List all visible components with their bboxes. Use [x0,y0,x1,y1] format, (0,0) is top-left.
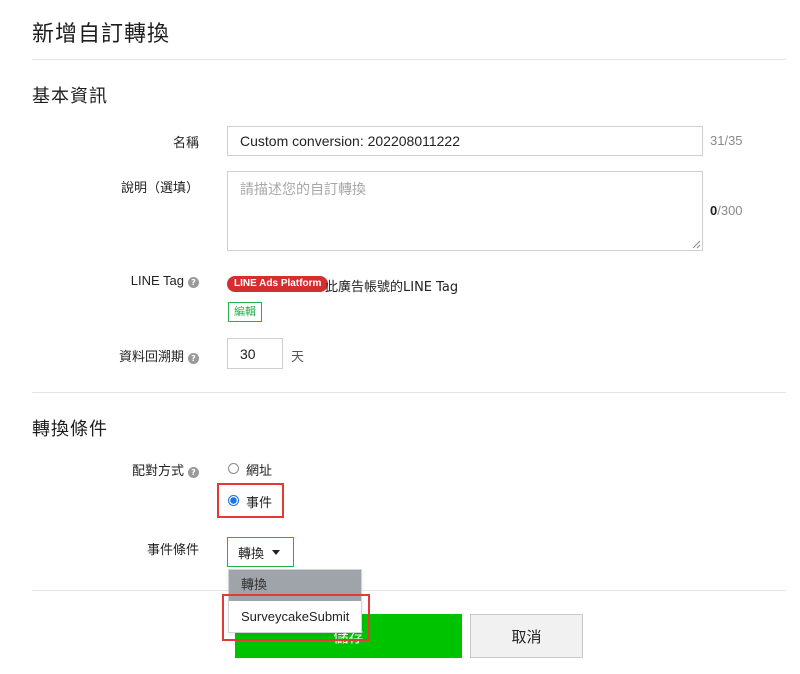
cancel-button[interactable]: 取消 [470,614,583,658]
line-tag-label-row: LINE Tag? [100,273,199,288]
event-dropdown-button[interactable]: 轉換 [227,537,294,567]
event-highlight-box [217,483,284,518]
line-tag-edit-button[interactable]: 編輯 [228,302,262,322]
lookback-input[interactable] [227,338,283,369]
event-condition-label: 事件條件 [146,543,199,558]
chevron-down-icon [272,549,281,555]
surveycake-highlight-box [222,594,370,641]
footer-divider [32,590,786,591]
lookback-unit: 天 [291,350,305,365]
match-method-label: 配對方式 [131,464,184,479]
lookback-label: 資料回溯期 [118,350,184,365]
page-title: 新增自訂轉換 [32,22,171,47]
lookback-label-row: 資料回溯期? [100,346,199,365]
help-icon[interactable]: ? [188,277,199,288]
name-label: 名稱 [172,136,199,151]
line-tag-label: LINE Tag [130,273,184,288]
line-tag-text: 此廣告帳號的LINE Tag [325,280,459,295]
description-counter-max: /300 [717,203,743,218]
title-divider [32,59,786,60]
description-label: 說明（選填） [120,181,199,196]
event-dropdown-value: 轉換 [238,546,265,562]
conditions-section-title: 轉換條件 [32,419,108,440]
line-ads-platform-badge: LINE Ads Platform [227,276,329,292]
match-method-label-row: 配對方式? [100,460,199,479]
section-divider [32,392,786,393]
match-url-radio[interactable] [228,463,239,474]
resize-grip-icon[interactable] [692,240,701,249]
help-icon[interactable]: ? [188,467,199,478]
basic-section-title: 基本資訊 [32,86,108,107]
name-counter: 31/35 [710,133,743,148]
description-textarea[interactable] [227,171,703,251]
name-input[interactable] [227,126,703,156]
description-counter: 0/300 [710,203,743,218]
help-icon[interactable]: ? [188,353,199,364]
match-url-label[interactable]: 網址 [246,460,272,479]
